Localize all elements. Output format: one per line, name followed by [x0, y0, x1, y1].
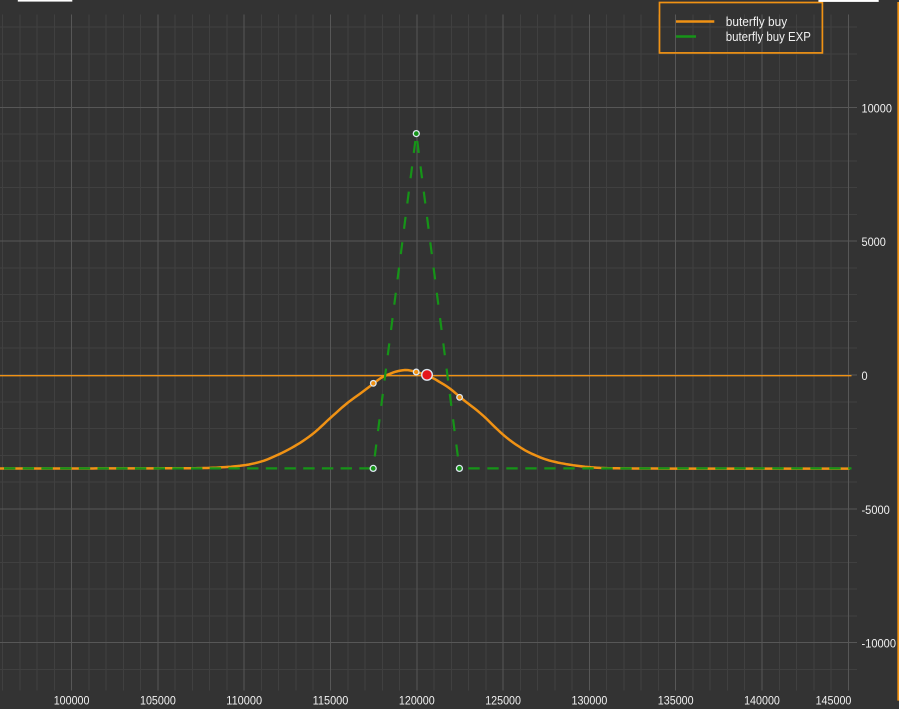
svg-text:100000: 100000 — [54, 694, 90, 708]
svg-text:105000: 105000 — [140, 694, 176, 708]
svg-text:145000: 145000 — [816, 694, 852, 708]
svg-text:-5000: -5000 — [862, 503, 891, 517]
svg-text:125000: 125000 — [485, 694, 521, 708]
svg-text:115000: 115000 — [313, 694, 349, 708]
svg-text:10000: 10000 — [862, 101, 893, 115]
svg-text:120000: 120000 — [399, 694, 435, 708]
svg-text:0: 0 — [862, 369, 868, 383]
svg-text:135000: 135000 — [658, 694, 694, 708]
svg-text:110000: 110000 — [226, 694, 262, 708]
svg-text:130000: 130000 — [572, 694, 608, 708]
svg-text:-10000: -10000 — [862, 637, 897, 651]
svg-text:140000: 140000 — [744, 694, 780, 708]
svg-text:buterfly buy: buterfly buy — [726, 15, 788, 29]
svg-text:5000: 5000 — [862, 235, 887, 249]
svg-text:buterfly buy EXP: buterfly buy EXP — [726, 30, 811, 44]
